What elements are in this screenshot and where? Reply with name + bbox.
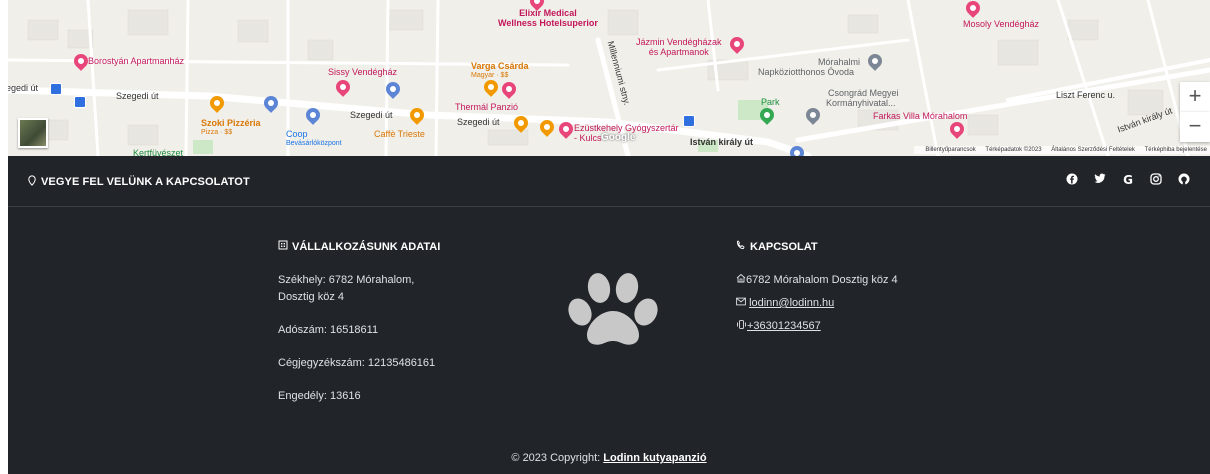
map-label[interactable]: Napköziotthonos Óvoda (758, 67, 854, 77)
road-label: Szegedi út (457, 117, 500, 127)
contact-strip-title: VEGYE FEL VELÜNK A KAPCSOLATOT (27, 175, 250, 189)
company-registration: Cégjegyzékszám: 12135486161 (278, 357, 436, 369)
map-label[interactable]: Mórahalmi (818, 57, 860, 67)
seat-line: Székhely: 6782 Mórahalom, (278, 274, 415, 286)
map-label[interactable]: - Kulcs (574, 133, 602, 143)
map-label[interactable]: Borostyán Apartmanház (88, 56, 184, 66)
contact-column: KAPCSOLAT 6782 Mórahalom Dosztig köz 4 l… (736, 240, 986, 335)
road-label: Szegedi út (116, 91, 159, 101)
contact-strip: VEGYE FEL VELÜNK A KAPCSOLATOT G (8, 156, 1210, 207)
map-label[interactable]: Mosoly Vendégház (963, 19, 1039, 29)
phone-icon (736, 240, 746, 253)
phone-link[interactable]: +36301234567 (747, 320, 821, 332)
contact-heading: KAPCSOLAT (736, 240, 986, 253)
copyright: © 2023 Copyright: Lodinn kutyapanzió (8, 452, 1210, 464)
zoom-out-button[interactable]: − (1180, 112, 1210, 142)
footer: VÁLLALKOZÁSUNK ADATAI Székhely: 6782 Mór… (8, 207, 1210, 474)
business-heading-text: VÁLLALKOZÁSUNK ADATAI (292, 240, 441, 253)
contact-heading-text: KAPCSOLAT (750, 240, 818, 253)
building-icon (278, 240, 288, 253)
map-label-sub: Bevásárlóközpont (286, 140, 342, 147)
contact-strip-text: VEGYE FEL VELÜNK A KAPCSOLATOT (41, 176, 250, 188)
map-label[interactable]: Thermál Panzió (455, 102, 518, 112)
bus-stop-icon[interactable] (50, 83, 62, 95)
map-label-sub: Pizza · $$ (201, 129, 233, 136)
road-label: Szegedi út (350, 110, 393, 120)
page: Elixir Medical Wellness Hotelsuperior Jáz… (0, 0, 1210, 474)
map-label[interactable]: Varga Csárda (471, 61, 529, 71)
business-info-column: VÁLLALKOZÁSUNK ADATAI Székhely: 6782 Mór… (278, 240, 478, 405)
contact-address: 6782 Mórahalom Dosztig köz 4 (736, 272, 986, 289)
left-edge (0, 0, 8, 474)
road-label: Liszt Ferenc u. (1056, 90, 1116, 100)
zoom-in-button[interactable]: + (1180, 82, 1210, 112)
map-label[interactable]: Farkas Villa Mórahalom (873, 111, 967, 121)
business-info-heading: VÁLLALKOZÁSUNK ADATAI (278, 240, 478, 253)
terms-link[interactable]: Általános Szerződési Feltételek (1051, 147, 1135, 153)
road-label: István király út (690, 137, 754, 147)
google-icon[interactable]: G (1114, 173, 1142, 188)
report-error-link[interactable]: Térképhiba bejelentése (1145, 147, 1207, 153)
map-label[interactable]: Sissy Vendégház (328, 67, 397, 77)
map-label[interactable]: Szoki Pizzéria (201, 118, 261, 128)
copyright-link[interactable]: Lodinn kutyapanzió (603, 452, 706, 464)
license-number: Engedély: 13616 (278, 390, 361, 402)
social-links: G (1058, 173, 1198, 188)
github-icon[interactable] (1170, 173, 1198, 188)
contact-email: lodinn@lodinn.hu (736, 295, 986, 312)
map-label[interactable]: Elixir Medical Wellness Hotelsuperior (498, 8, 598, 28)
home-icon (736, 272, 746, 289)
map-label[interactable]: Jázmin Vendégházak és Apartmanok (636, 37, 722, 57)
google-logo: Google (601, 132, 636, 143)
bus-stop-icon[interactable] (683, 115, 695, 127)
tax-number: Adószám: 16518611 (278, 324, 379, 336)
map-label[interactable]: Caffè Trieste (374, 129, 425, 139)
keyboard-shortcuts-link[interactable]: Billentyűparancsok (925, 147, 975, 153)
paw-logo (568, 273, 658, 345)
instagram-icon[interactable] (1142, 173, 1170, 188)
phone-vibrate-icon (736, 318, 747, 335)
contact-phone: +36301234567 (736, 318, 986, 335)
envelope-icon (736, 295, 746, 312)
bus-stop-icon[interactable] (74, 96, 86, 108)
map-label[interactable]: Kormányhivatal... (826, 98, 896, 108)
twitter-icon[interactable] (1086, 173, 1114, 188)
map-attribution: Billentyűparancsok Térképadatok ©2023 Ál… (914, 146, 1210, 154)
seat-line-2: Dosztig köz 4 (278, 291, 345, 303)
map-pin-icon (27, 175, 37, 189)
map-data-text: Térképadatok ©2023 (985, 147, 1042, 153)
email-link[interactable]: lodinn@lodinn.hu (749, 297, 834, 309)
embedded-map[interactable]: Elixir Medical Wellness Hotelsuperior Jáz… (8, 0, 1210, 156)
map-label[interactable]: Kertfüvészet (133, 148, 183, 156)
road-label: egedi út (8, 83, 39, 93)
copyright-text: © 2023 Copyright: (511, 452, 604, 464)
map-label[interactable]: Coop (286, 129, 308, 139)
facebook-icon[interactable] (1058, 173, 1086, 188)
map-label[interactable]: Csongrád Megyei (828, 88, 899, 98)
satellite-view-toggle[interactable] (18, 118, 48, 148)
address-text: 6782 Mórahalom Dosztig köz 4 (746, 274, 898, 286)
map-label[interactable]: Park (761, 97, 780, 107)
